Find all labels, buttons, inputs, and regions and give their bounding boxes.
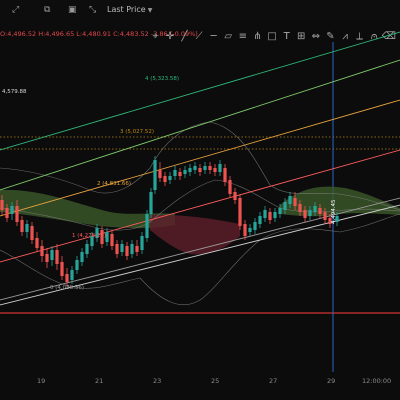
candle-body xyxy=(178,172,182,176)
candle-body xyxy=(263,210,267,218)
candle-body xyxy=(55,250,59,264)
x-axis-tick: 29 xyxy=(327,377,336,385)
fib-label-0: 0 (4,088.36) xyxy=(50,285,84,291)
x-axis-tick: 12:00:00 xyxy=(362,377,392,385)
x-axis-tick: 25 xyxy=(211,377,220,385)
candle-body xyxy=(120,244,124,252)
candle-body xyxy=(253,222,257,230)
x-axis-tick: 21 xyxy=(95,377,104,385)
candle-body xyxy=(75,260,79,270)
candle-body xyxy=(115,244,119,254)
candle-body xyxy=(303,210,307,218)
x-axis-tick: 19 xyxy=(37,377,46,385)
candle-body xyxy=(140,236,144,250)
candle-body xyxy=(70,270,74,280)
candle-body xyxy=(293,198,297,206)
candle-body xyxy=(218,164,222,172)
candle-body xyxy=(85,244,89,254)
x-axis-tick: 23 xyxy=(153,377,162,385)
candle-body xyxy=(130,244,134,254)
candle-body xyxy=(80,252,84,262)
candle-body xyxy=(173,170,177,176)
candle-body xyxy=(153,160,157,190)
candle-body xyxy=(273,212,277,218)
candle-body xyxy=(15,206,19,222)
candle-body xyxy=(60,262,64,276)
candle-body xyxy=(193,166,197,170)
chart-window: ⤢ ⧉ ▣ ⤡ Last Price ▼ O:4,496.52 H:4,496.6… xyxy=(0,0,400,400)
candle-body xyxy=(149,192,153,214)
candle-body xyxy=(288,196,292,204)
candle-body xyxy=(228,180,232,194)
candle-body xyxy=(208,166,212,170)
candle-body xyxy=(248,228,252,232)
candle-body xyxy=(168,176,172,180)
candle-body xyxy=(238,198,242,226)
candle-body xyxy=(213,168,217,172)
candle-body xyxy=(10,206,14,214)
candle-body xyxy=(183,170,187,174)
candle-body xyxy=(50,250,54,260)
candle-body xyxy=(45,254,49,262)
candle-body xyxy=(163,176,167,182)
candle-body xyxy=(5,208,9,218)
fib-label-4: 4 (5,323.58) xyxy=(145,76,179,82)
price-label-top: 4,579.88 xyxy=(2,89,27,95)
candle-body xyxy=(30,226,34,240)
candle-body xyxy=(65,274,69,282)
candle-body xyxy=(135,246,139,252)
candle-body xyxy=(243,224,247,236)
candle-body xyxy=(25,224,29,232)
candle-body xyxy=(110,234,114,246)
candle-body xyxy=(258,216,262,224)
candle-body xyxy=(298,204,302,212)
candle-body xyxy=(188,168,192,172)
cloud-bullish xyxy=(280,186,400,217)
candle-body xyxy=(323,212,327,220)
fib-label-1: 1 (4,278.20) xyxy=(72,233,106,239)
price-chart[interactable]: 4,579.88 4 (5,323.58) 3 (5,027.52) 2 (4,831… xyxy=(0,0,400,400)
crosshair-price-tag: 4,494.45 xyxy=(331,199,337,224)
candle-body xyxy=(233,192,237,200)
x-axis-tick: 27 xyxy=(269,377,278,385)
candle-body xyxy=(268,212,272,220)
candle-body xyxy=(223,168,227,182)
cloud-bullish xyxy=(0,189,175,229)
candle-body xyxy=(203,166,207,170)
candle-body xyxy=(35,238,39,248)
candle-body xyxy=(40,246,44,256)
fib-label-2: 2 (4,831.66) xyxy=(97,181,131,187)
candle-body xyxy=(318,208,322,214)
candle-body xyxy=(278,208,282,214)
fib-label-3: 3 (5,027.52) xyxy=(120,129,154,135)
candle-body xyxy=(308,210,312,216)
candle-body xyxy=(198,168,202,172)
fib-level-4-line[interactable] xyxy=(0,31,400,151)
candle-body xyxy=(125,246,129,256)
candle-body xyxy=(20,220,24,232)
candle-body xyxy=(313,206,317,212)
candle-body xyxy=(283,202,287,210)
candle-body xyxy=(0,200,4,210)
candle-body xyxy=(145,214,149,238)
candle-body xyxy=(158,170,162,178)
